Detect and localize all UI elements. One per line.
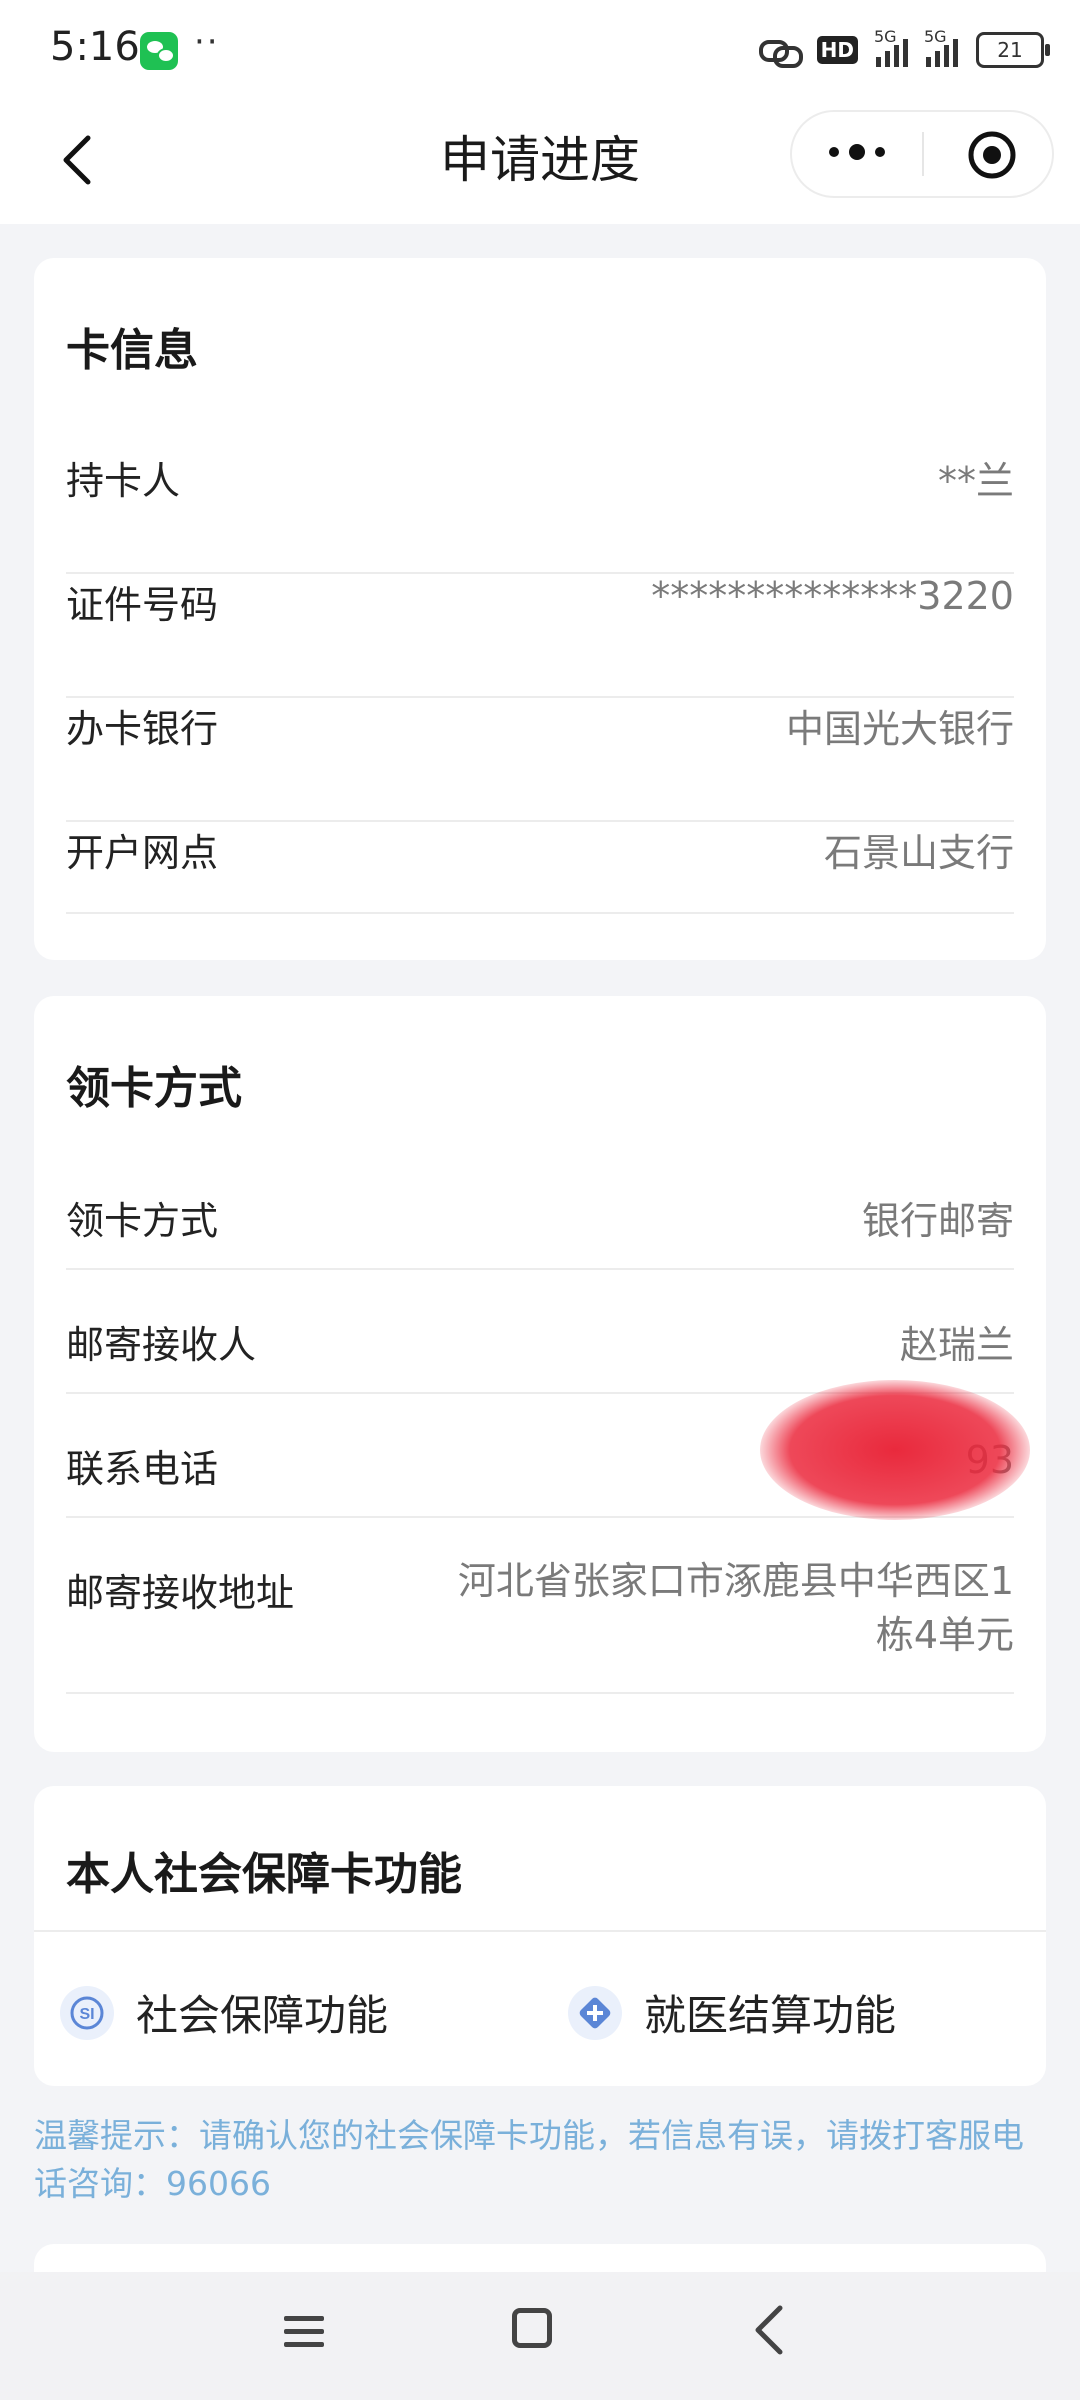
function-label: 就医结算功能: [644, 1991, 897, 2040]
section-title: 卡信息: [66, 325, 198, 376]
status-time: 5:16: [50, 24, 140, 70]
system-navigation-bar: [0, 2272, 1080, 2400]
battery-icon: 21: [976, 32, 1050, 68]
row-value: 石景山支行: [823, 831, 1014, 875]
card-functions-section: 本人社会保障卡功能 SI 社会保障功能 就医结算功能: [34, 1786, 1046, 2086]
mini-program-capsule: [790, 110, 1054, 198]
pickup-method-section: 领卡方式 领卡方式 银行邮寄 邮寄接收人 赵瑞兰 联系电话 93 邮寄接收地址 …: [34, 996, 1046, 1752]
wechat-notification-icon: [140, 32, 178, 70]
row-value: 中国光大银行: [785, 707, 1014, 751]
more-options-icon[interactable]: [822, 132, 892, 172]
pickup-row-method: 领卡方式 银行邮寄: [66, 1190, 1014, 1270]
row-label: 邮寄接收地址: [66, 1571, 295, 1615]
close-mini-program-icon[interactable]: [967, 130, 1017, 180]
pickup-row-address: 邮寄接收地址 河北省张家口市涿鹿县中华西区1 栋4单元: [66, 1559, 1014, 1694]
info-row-branch: 开户网点 石景山支行: [66, 822, 1014, 914]
hd-icon: HD: [816, 36, 858, 64]
status-icons: HD 5G 5G 21: [758, 27, 1050, 70]
social-security-icon: SI: [60, 1985, 114, 2040]
info-row-bank: 办卡银行 中国光大银行: [66, 698, 1014, 822]
capsule-divider: [922, 132, 924, 176]
row-label: 领卡方式: [66, 1199, 219, 1243]
info-row-id-number: 证件号码 **************3220: [66, 574, 1014, 698]
address-line-2: 栋4单元: [875, 1613, 1014, 1657]
redaction-mark: [760, 1380, 1030, 1520]
status-bar: 5:16 ·· HD 5G 5G 21: [0, 0, 1080, 100]
card-info-section: 卡信息 持卡人 **兰 证件号码 **************3220 办卡银行…: [34, 258, 1046, 960]
more-notifications-icon: ··: [194, 22, 220, 62]
section-title: 本人社会保障卡功能: [66, 1849, 462, 1900]
function-medical-settlement[interactable]: 就医结算功能: [568, 1982, 896, 2043]
signal-icon-2: 5G: [924, 27, 958, 67]
row-label: 持卡人: [66, 459, 181, 503]
row-label: 联系电话: [66, 1447, 219, 1491]
svg-text:SI: SI: [79, 2006, 94, 2023]
info-row-holder: 持卡人 **兰: [66, 450, 1014, 574]
system-back-icon[interactable]: [748, 2302, 792, 2358]
row-value: **兰: [937, 459, 1014, 503]
home-icon[interactable]: [512, 2308, 552, 2348]
divider: [34, 1930, 1046, 1932]
address-line-1: 河北省张家口市涿鹿县中华西区1: [457, 1559, 1014, 1603]
function-social-security[interactable]: SI 社会保障功能: [60, 1982, 388, 2043]
row-label: 办卡银行: [66, 707, 219, 751]
section-title: 领卡方式: [66, 1063, 242, 1114]
link-icon: [758, 40, 803, 68]
warm-tip: 温馨提示：请确认您的社会保障卡功能，若信息有误，请拨打客服电话咨询：96066: [34, 2116, 1024, 2203]
signal-icon: 5G: [874, 27, 908, 67]
row-value: 银行邮寄: [861, 1199, 1014, 1243]
medical-settlement-icon: [568, 1985, 622, 2040]
row-label: 邮寄接收人: [66, 1323, 257, 1367]
row-label: 证件号码: [66, 583, 219, 627]
function-label: 社会保障功能: [136, 1991, 389, 2040]
row-label: 开户网点: [66, 831, 219, 875]
row-value: 河北省张家口市涿鹿县中华西区1 栋4单元: [458, 1554, 1014, 1662]
row-value: **************3220: [651, 574, 1014, 618]
row-value: 赵瑞兰: [899, 1323, 1014, 1367]
nav-bar: 申请进度: [0, 100, 1080, 224]
recent-apps-icon[interactable]: [282, 2312, 326, 2352]
